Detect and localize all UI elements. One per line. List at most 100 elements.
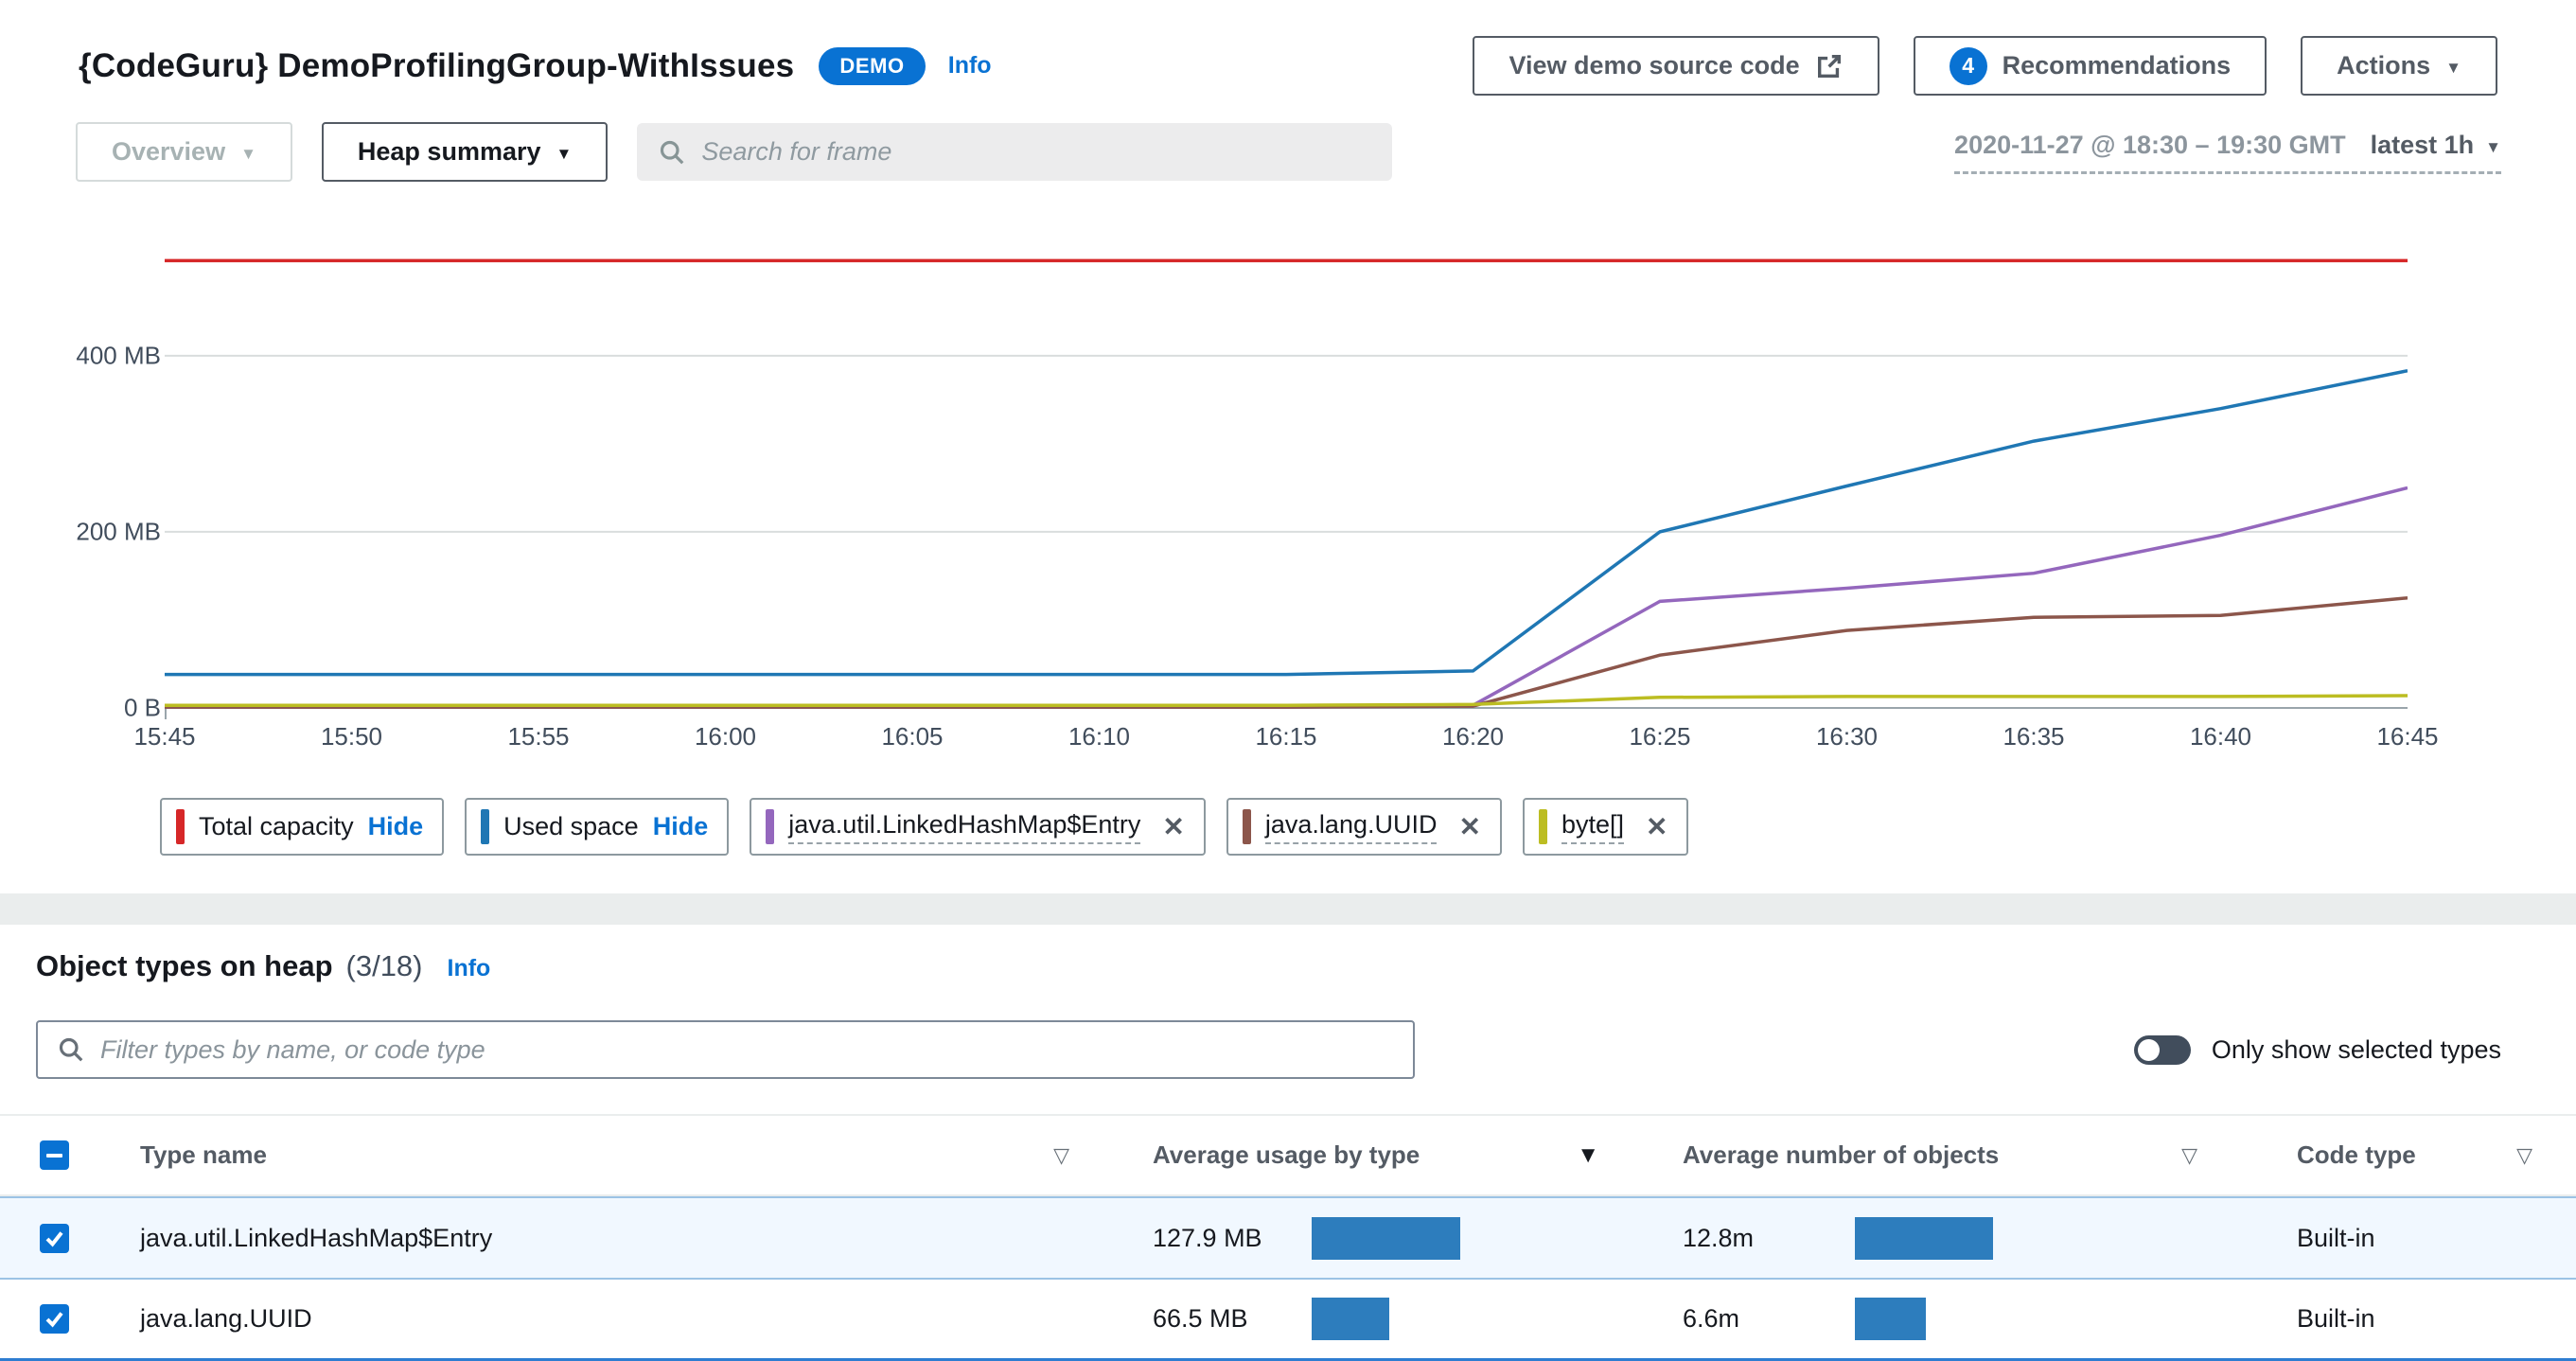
column-header-code-type[interactable]: Code type bbox=[2297, 1140, 2416, 1170]
objects-bar bbox=[1855, 1298, 1926, 1340]
page-header: {CodeGuru} DemoProfilingGroup-WithIssues… bbox=[0, 0, 2576, 96]
search-icon bbox=[661, 140, 684, 164]
legend-label[interactable]: byte[] bbox=[1561, 810, 1624, 844]
objects-value: 12.8m bbox=[1683, 1223, 1755, 1252]
y-tick-label: 400 MB bbox=[76, 341, 161, 370]
caret-down-icon: ▼ bbox=[556, 145, 573, 163]
y-tick-label: 0 B bbox=[123, 693, 161, 722]
legend-label[interactable]: java.util.LinkedHashMap$Entry bbox=[788, 810, 1141, 844]
type-name-cell: java.lang.UUID bbox=[140, 1304, 312, 1333]
heap-summary-chart-canvas[interactable] bbox=[165, 215, 2408, 721]
view-mode-label: Heap summary bbox=[357, 137, 541, 166]
type-filter-box[interactable] bbox=[36, 1020, 1415, 1079]
view-demo-source-button[interactable]: View demo source code bbox=[1473, 36, 1879, 96]
x-tick-label: 16:10 bbox=[1067, 722, 1131, 751]
sort-desc-icon[interactable]: ▼ bbox=[1577, 1142, 1599, 1169]
legend-label[interactable]: java.lang.UUID bbox=[1264, 810, 1438, 844]
actions-label: Actions bbox=[2337, 51, 2431, 80]
x-tick-label: 15:45 bbox=[133, 722, 196, 751]
x-tick-label: 16:00 bbox=[694, 722, 757, 751]
header-info-link[interactable]: Info bbox=[948, 52, 992, 80]
hide-series-link[interactable]: Hide bbox=[368, 812, 424, 841]
y-tick-label: 200 MB bbox=[76, 517, 161, 546]
toggle-knob bbox=[2137, 1038, 2160, 1061]
usage-bar bbox=[1312, 1216, 1460, 1260]
code-type-cell: Built-in bbox=[2297, 1304, 2375, 1333]
selected-count: (3/18) bbox=[345, 949, 423, 982]
time-preset-dropdown[interactable]: latest 1h ▼ bbox=[2371, 131, 2501, 160]
type-filter-input[interactable] bbox=[100, 1034, 1394, 1065]
series-line bbox=[165, 368, 2408, 677]
column-header-type-name[interactable]: Type name bbox=[140, 1140, 267, 1170]
sort-icon[interactable]: ▽ bbox=[2516, 1143, 2532, 1168]
x-tick-label: 15:55 bbox=[507, 722, 570, 751]
recommendations-label: Recommendations bbox=[2002, 51, 2232, 80]
legend-swatch bbox=[481, 809, 490, 844]
objects-value: 6.6m bbox=[1683, 1304, 1740, 1333]
search-icon bbox=[59, 1037, 83, 1062]
usage-value: 127.9 MB bbox=[1153, 1223, 1262, 1252]
legend-chip-total-capacity: Total capacity Hide bbox=[160, 798, 445, 856]
caret-down-icon: ▼ bbox=[240, 145, 256, 163]
caret-down-icon: ▼ bbox=[2485, 137, 2501, 156]
select-all-checkbox[interactable] bbox=[40, 1140, 69, 1170]
x-tick-label: 16:35 bbox=[2003, 722, 2065, 751]
x-tick-label: 16:20 bbox=[1441, 722, 1505, 751]
section-title: Object types on heap bbox=[36, 949, 333, 982]
remove-series-icon[interactable]: ✕ bbox=[1458, 813, 1480, 840]
table-row[interactable]: java.util.LinkedHashMap$Entry 127.9 MB 1… bbox=[0, 1196, 2576, 1280]
legend-swatch bbox=[1538, 809, 1547, 844]
caret-down-icon: ▼ bbox=[2445, 59, 2461, 77]
only-selected-toggle[interactable] bbox=[2133, 1034, 2191, 1065]
remove-series-icon[interactable]: ✕ bbox=[1646, 813, 1667, 840]
code-type-cell: Built-in bbox=[2297, 1223, 2375, 1252]
codeguru-profiler-page: {CodeGuru} DemoProfilingGroup-WithIssues… bbox=[0, 0, 2576, 1361]
usage-bar bbox=[1312, 1298, 1389, 1340]
legend-label: Total capacity bbox=[199, 812, 354, 840]
frame-search-box[interactable] bbox=[637, 123, 1393, 181]
chart-legend: Total capacity Hide Used space Hide java… bbox=[160, 798, 1689, 856]
legend-swatch bbox=[1242, 809, 1251, 844]
x-axis: 15:45 15:50 15:55 16:00 16:05 16:10 16:15 16:20… bbox=[103, 722, 2469, 751]
legend-chip-used-space: Used space Hide bbox=[465, 798, 730, 856]
table-header-row: Type name ▽ Average usage by type ▼ Aver… bbox=[0, 1114, 2576, 1196]
frame-search-input[interactable] bbox=[701, 137, 1372, 167]
check-icon bbox=[45, 1312, 63, 1328]
x-tick-label: 16:45 bbox=[2376, 722, 2439, 751]
legend-label: Used space bbox=[503, 812, 639, 840]
recommendations-count-badge: 4 bbox=[1949, 46, 1987, 85]
check-icon bbox=[45, 1230, 63, 1247]
view-mode-dropdown[interactable]: Heap summary ▼ bbox=[321, 122, 609, 182]
view-demo-source-label: View demo source code bbox=[1509, 51, 1800, 80]
column-header-average-usage[interactable]: Average usage by type bbox=[1153, 1140, 1420, 1170]
hide-series-link[interactable]: Hide bbox=[653, 812, 709, 841]
row-checkbox[interactable] bbox=[40, 1304, 69, 1334]
sort-icon[interactable]: ▽ bbox=[1053, 1143, 1069, 1168]
object-types-table: Type name ▽ Average usage by type ▼ Aver… bbox=[0, 1114, 2576, 1361]
toggle-label: Only show selected types bbox=[2211, 1034, 2501, 1064]
column-header-average-objects[interactable]: Average number of objects bbox=[1683, 1140, 1999, 1170]
series-line bbox=[165, 694, 2408, 707]
recommendations-button[interactable]: 4 Recommendations bbox=[1913, 36, 2267, 96]
x-tick-label: 16:15 bbox=[1255, 722, 1317, 751]
row-checkbox[interactable] bbox=[40, 1223, 69, 1253]
remove-series-icon[interactable]: ✕ bbox=[1162, 813, 1184, 840]
legend-swatch bbox=[176, 809, 185, 844]
objects-bar bbox=[1855, 1216, 1993, 1260]
x-tick-label: 16:25 bbox=[1629, 722, 1691, 751]
sort-icon[interactable]: ▽ bbox=[2181, 1143, 2197, 1168]
legend-swatch bbox=[766, 809, 775, 844]
chart-toolbar: Overview ▼ Heap summary ▼ 2020-11-27 @ 1… bbox=[0, 96, 2576, 182]
legend-chip-linkedhashmap-entry: java.util.LinkedHashMap$Entry ✕ bbox=[750, 798, 1206, 856]
x-tick-label: 15:50 bbox=[320, 722, 383, 751]
section-info-link[interactable]: Info bbox=[448, 955, 491, 982]
legend-chip-uuid: java.lang.UUID ✕ bbox=[1226, 798, 1502, 856]
actions-button[interactable]: Actions ▼ bbox=[2301, 36, 2497, 96]
object-types-section-header: Object types on heap (3/18) Info bbox=[36, 949, 490, 983]
time-range-control[interactable]: 2020-11-27 @ 18:30 – 19:30 GMT latest 1h… bbox=[1954, 131, 2501, 174]
legend-chip-byte-array: byte[] ✕ bbox=[1522, 798, 1689, 856]
table-row[interactable]: java.lang.UUID 66.5 MB 6.6m Built-in bbox=[0, 1280, 2576, 1361]
x-tick-label: 16:30 bbox=[1815, 722, 1879, 751]
only-selected-toggle-group: Only show selected types bbox=[2133, 1020, 2501, 1079]
x-tick-label: 16:05 bbox=[881, 722, 944, 751]
